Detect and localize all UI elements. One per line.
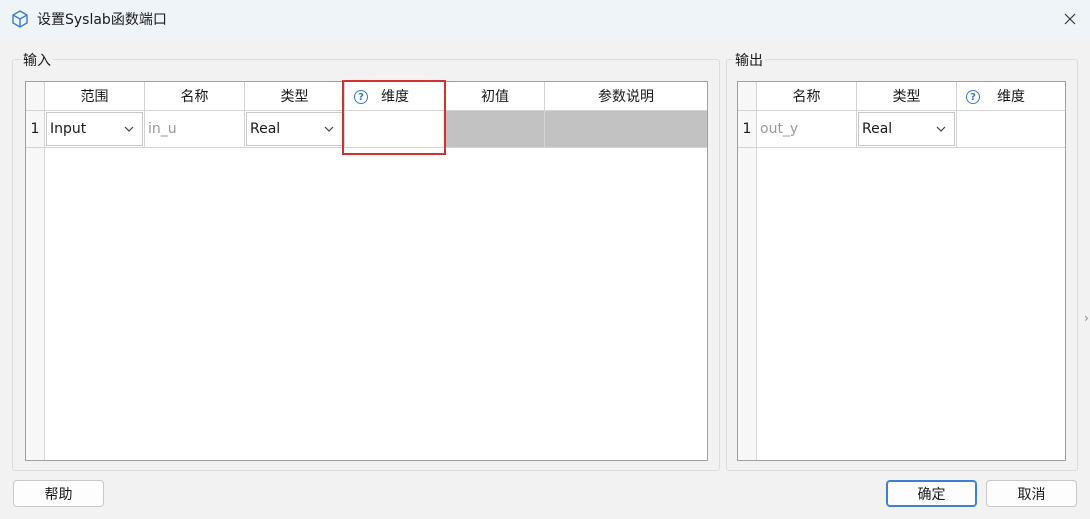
corner-header [738,82,757,111]
column-header-name[interactable]: 名称 [145,82,245,111]
cancel-button[interactable]: 取消 [986,480,1077,507]
dialog-body: 输入 范围 名称 类型 ? 维度 初值 参数说明 1 Input in_u Re… [0,38,1090,519]
column-header-dimension[interactable]: ? 维度 [957,82,1065,111]
name-cell[interactable]: in_u [145,111,245,148]
type-value: Real [250,121,281,137]
column-header-description[interactable]: 参数说明 [545,82,707,111]
column-header-type[interactable]: 类型 [857,82,957,111]
scope-dropdown[interactable]: Input [46,112,143,146]
help-circle-icon[interactable]: ? [354,90,368,104]
scope-value: Input [50,121,87,137]
ok-button[interactable]: 确定 [886,480,977,507]
dimension-cell[interactable] [345,111,446,148]
output-group-label: 输出 [733,50,765,70]
column-header-type[interactable]: 类型 [245,82,345,111]
output-table: 名称 类型 ? 维度 1 out_y Real [737,81,1066,461]
column-header-initial[interactable]: 初值 [446,82,545,111]
initial-value-cell [446,111,545,148]
input-group-label: 输入 [21,50,53,70]
chevron-down-icon [324,126,334,132]
app-cube-icon [12,10,28,28]
row-number: 1 [26,111,45,148]
column-header-dimension[interactable]: ? 维度 [345,82,446,111]
type-cell[interactable]: Real [245,111,345,148]
chevron-down-icon [936,126,946,132]
help-circle-icon[interactable]: ? [966,90,980,104]
type-cell[interactable]: Real [857,111,957,148]
name-value: in_u [148,121,177,137]
window-title: 设置Syslab函数端口 [37,12,167,28]
type-value: Real [862,121,893,137]
name-cell[interactable]: out_y [757,111,857,148]
description-cell [545,111,707,148]
column-header-dimension-label: 维度 [381,89,409,105]
column-header-dimension-label: 维度 [997,89,1025,105]
name-value: out_y [760,121,799,137]
corner-header [26,82,45,111]
row-number: 1 [738,111,757,148]
column-header-scope[interactable]: 范围 [45,82,145,111]
scope-cell[interactable]: Input [45,111,145,148]
close-icon [1064,13,1076,25]
help-button[interactable]: 帮助 [13,480,104,507]
type-dropdown[interactable]: Real [858,112,955,146]
close-button[interactable] [1050,0,1090,38]
dimension-cell[interactable] [957,111,1065,148]
input-table: 范围 名称 类型 ? 维度 初值 参数说明 1 Input in_u Real [25,81,708,461]
column-header-name[interactable]: 名称 [757,82,857,111]
title-bar: 设置Syslab函数端口 [0,0,1090,38]
chevron-down-icon [124,126,134,132]
splitter-handle[interactable]: › [1084,311,1089,325]
type-dropdown[interactable]: Real [246,112,343,146]
